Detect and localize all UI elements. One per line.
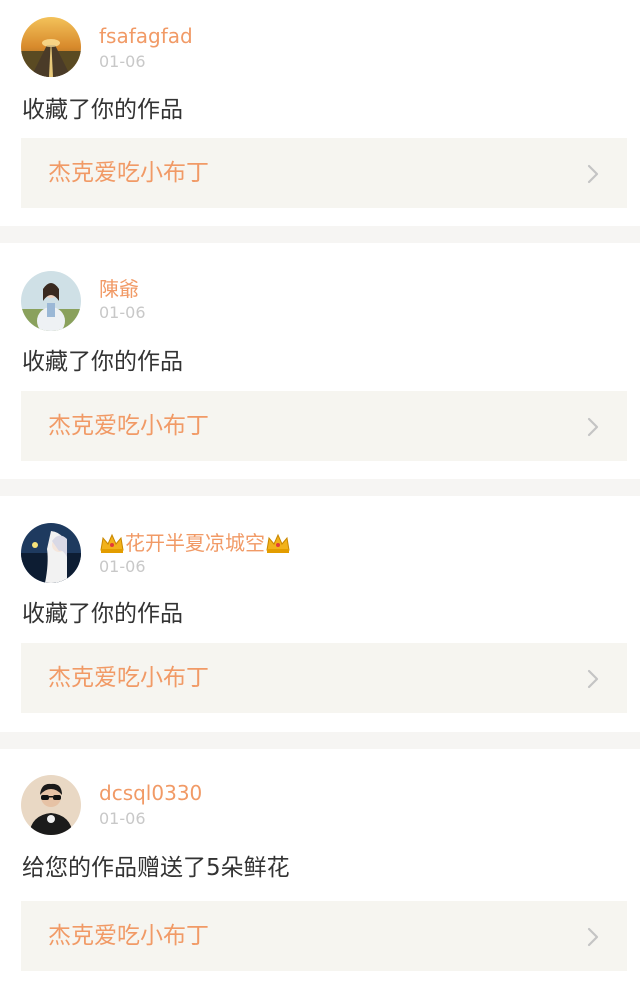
chevron-right-icon: [587, 164, 599, 184]
anime-character-avatar: [21, 523, 81, 583]
work-link-button[interactable]: 杰克爱吃小布丁: [21, 391, 627, 461]
divider: [0, 226, 640, 243]
user-avatar[interactable]: [21, 271, 81, 331]
username[interactable]: fsafagfad: [99, 24, 193, 48]
username[interactable]: 陳爺: [99, 277, 139, 301]
activity-text: 收藏了你的作品: [22, 349, 183, 375]
work-title: 杰克爱吃小布丁: [48, 665, 209, 691]
divider: [0, 732, 640, 749]
timestamp: 01-06: [99, 303, 146, 322]
man-sunglasses-avatar: [21, 775, 81, 835]
chevron-right-icon: [587, 927, 599, 947]
girl-portrait-avatar: [21, 271, 81, 331]
landscape-road-avatar: [21, 17, 81, 77]
timestamp: 01-06: [99, 557, 146, 576]
username[interactable]: 花开半夏凉城空: [99, 531, 291, 555]
notification-item: 花开半夏凉城空 01-06 收藏了你的作品 杰克爱吃小布丁: [0, 496, 640, 732]
notification-item: dcsql0330 01-06 给您的作品赠送了5朵鲜花 杰克爱吃小布丁: [0, 749, 640, 992]
activity-text: 给您的作品赠送了5朵鲜花: [22, 855, 290, 881]
activity-text: 收藏了你的作品: [22, 601, 183, 627]
username[interactable]: dcsql0330: [99, 781, 202, 805]
notification-item: fsafagfad 01-06 收藏了你的作品 杰克爱吃小布丁: [0, 0, 640, 226]
work-link-button[interactable]: 杰克爱吃小布丁: [21, 643, 627, 713]
work-title: 杰克爱吃小布丁: [48, 413, 209, 439]
chevron-right-icon: [587, 669, 599, 689]
divider: [0, 479, 640, 496]
activity-text: 收藏了你的作品: [22, 97, 183, 123]
chevron-right-icon: [587, 417, 599, 437]
user-avatar[interactable]: [21, 523, 81, 583]
work-link-button[interactable]: 杰克爱吃小布丁: [21, 138, 627, 208]
work-title: 杰克爱吃小布丁: [48, 160, 209, 186]
work-link-button[interactable]: 杰克爱吃小布丁: [21, 901, 627, 971]
work-title: 杰克爱吃小布丁: [48, 923, 209, 949]
user-avatar[interactable]: [21, 775, 81, 835]
timestamp: 01-06: [99, 52, 146, 71]
user-avatar[interactable]: [21, 17, 81, 77]
notification-feed: fsafagfad 01-06 收藏了你的作品 杰克爱吃小布丁 陳爺 01-06…: [0, 0, 640, 992]
notification-item: 陳爺 01-06 收藏了你的作品 杰克爱吃小布丁: [0, 243, 640, 479]
timestamp: 01-06: [99, 809, 146, 828]
crown-icon: [100, 533, 124, 553]
crown-icon: [266, 533, 290, 553]
